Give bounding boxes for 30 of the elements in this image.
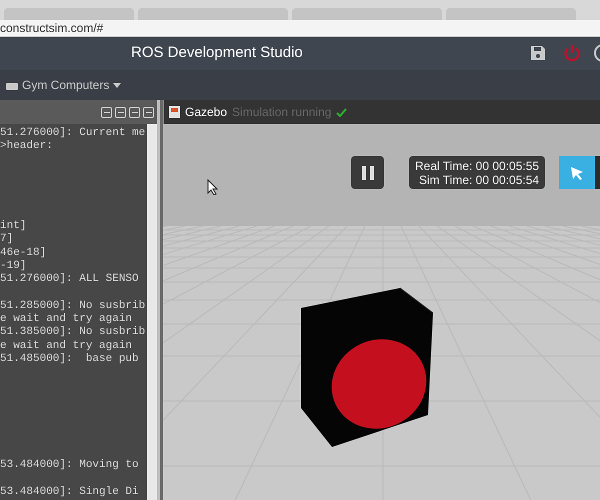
log-line: >header: (0, 140, 53, 154)
log-line: 51.276000]: Current me (0, 127, 146, 140)
mouse-cursor-icon (207, 179, 218, 195)
address-bar[interactable]: constructsim.com/# (0, 22, 104, 34)
log-line: -19] (0, 260, 26, 273)
log-line: 53.484000]: Single Di (0, 486, 139, 500)
log-line: 53.484000]: Moving to (0, 459, 139, 473)
select-tool-button[interactable] (559, 156, 595, 189)
log-line: 51.385000]: No susbrib (0, 326, 146, 340)
log-line: e wait and try again (0, 313, 132, 326)
log-line: int] (0, 220, 26, 233)
caret-icon (113, 82, 122, 88)
log-line: 51.276000]: ALL SENSO (0, 273, 139, 287)
save-icon[interactable] (530, 45, 546, 61)
minimize-icon[interactable] (115, 106, 126, 118)
arrow-pointer-icon (570, 166, 584, 180)
gazebo-logo-icon (169, 106, 180, 118)
log-line: 51.285000]: No susbrib (0, 300, 146, 313)
log-line: 7] (0, 233, 14, 247)
app-title: ROS Development Studio (131, 43, 303, 64)
drive-icon (6, 80, 18, 90)
computers-menu[interactable]: Gym Computers (6, 76, 122, 94)
sim-time-text: Sim Time: 00 00:05:54 (419, 172, 540, 186)
pause-button[interactable] (351, 156, 384, 189)
log-line: 51.485000]: base pub (0, 353, 139, 366)
log-line: 46e-18] (0, 246, 46, 260)
real-time-text: Real Time: 00 00:05:55 (415, 158, 540, 172)
log-line: e wait and try again (0, 340, 132, 353)
window-title: Gazebo (185, 104, 228, 121)
scrollbar[interactable] (147, 124, 157, 500)
